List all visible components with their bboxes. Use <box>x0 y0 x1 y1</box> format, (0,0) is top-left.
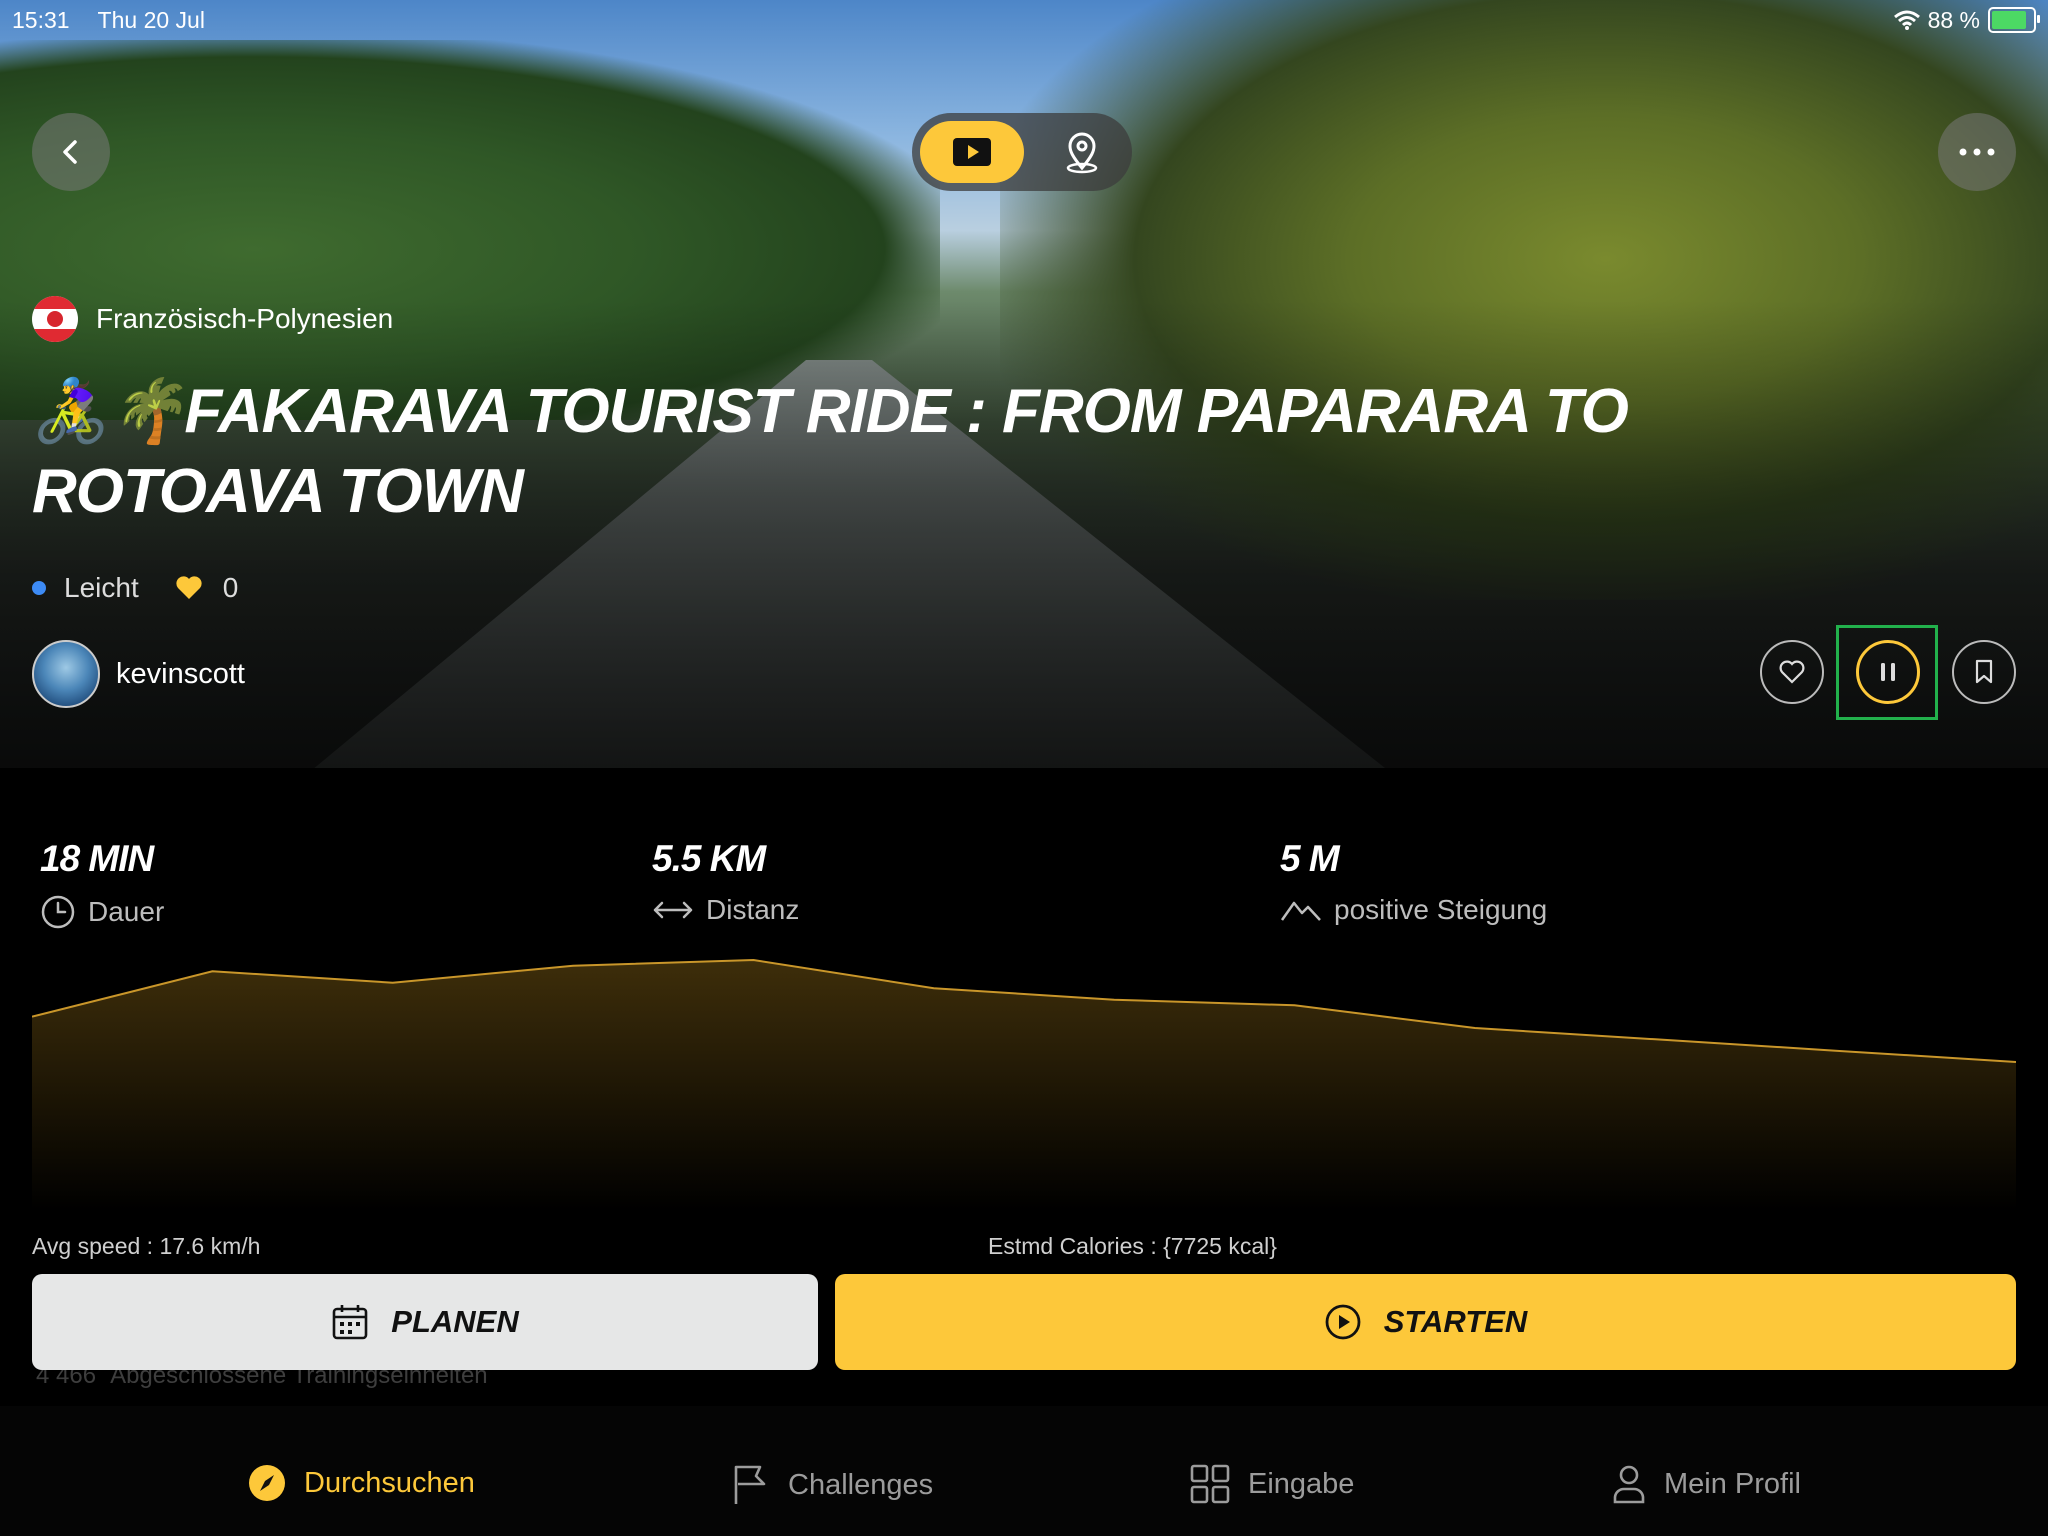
avatar[interactable] <box>32 640 100 708</box>
stat-distance-value: 5.5 KM <box>652 838 766 879</box>
selection-highlight <box>1836 625 1938 720</box>
start-button-label: STARTEN <box>1383 1304 1528 1339</box>
heart-filled-icon <box>176 576 202 599</box>
heart-outline-icon <box>1779 660 1805 684</box>
calendar-icon <box>332 1305 368 1340</box>
likes-count: 0 <box>222 572 239 603</box>
stat-duration: 18 MIN Dauer <box>40 838 164 930</box>
battery-icon <box>1988 7 2040 33</box>
stat-duration-value: 18 MIN <box>40 838 154 879</box>
media-toggle <box>912 113 1132 191</box>
author-row[interactable]: kevinscott <box>32 640 245 708</box>
chevron-left-icon <box>63 140 77 164</box>
grid-icon <box>1190 1464 1230 1504</box>
status-date: Thu 20 Jul <box>97 6 205 33</box>
status-bar: 15:31 Thu 20 Jul 88 % <box>12 4 2040 36</box>
person-icon <box>1613 1465 1645 1504</box>
tab-mein-profil[interactable]: Mein Profil <box>1612 1464 1801 1504</box>
stat-distance-label: Distanz <box>706 894 800 925</box>
flag-icon <box>32 296 78 342</box>
stat-elevation-label: positive Steigung <box>1334 894 1548 925</box>
tab-durchsuchen[interactable]: Durchsuchen <box>248 1464 475 1502</box>
mountain-icon <box>1280 901 1321 921</box>
tab-mein-profil-label: Mein Profil <box>1664 1467 1801 1500</box>
play-video-icon <box>953 138 991 166</box>
clock-icon <box>41 895 75 929</box>
stat-distance: 5.5 KM Distanz <box>652 838 799 926</box>
stat-elevation-value: 5 M <box>1280 838 1340 879</box>
difficulty-label: Leicht <box>64 572 139 603</box>
flag-icon <box>734 1465 766 1504</box>
tab-challenges[interactable]: Challenges <box>732 1464 933 1506</box>
stat-duration-label: Dauer <box>88 896 165 927</box>
status-time: 15:31 <box>12 6 70 33</box>
video-toggle-button[interactable] <box>920 121 1024 183</box>
start-button[interactable]: STARTEN <box>835 1274 2016 1370</box>
play-circle-icon <box>1325 1304 1361 1340</box>
more-options-button[interactable] <box>1938 113 2016 191</box>
elevation-profile <box>32 958 2016 1210</box>
like-button[interactable] <box>1760 640 1824 704</box>
stat-elevation: 5 M positive Steigung <box>1280 838 1547 926</box>
ride-hero-image: 15:31 Thu 20 Jul 88 % Französisch-Polyne… <box>0 0 2048 768</box>
tab-challenges-label: Challenges <box>788 1468 934 1501</box>
bookmark-icon <box>1975 659 1993 684</box>
author-name[interactable]: kevinscott <box>116 658 245 691</box>
plan-button[interactable]: PLANEN <box>32 1274 818 1370</box>
difficulty-dot <box>32 581 46 595</box>
ride-title: 🚴‍♀️🌴FAKARAVA TOURIST RIDE : FROM PAPARA… <box>32 377 1629 526</box>
hero-gradient <box>0 300 2048 768</box>
wifi-icon <box>1893 10 1920 30</box>
estimated-calories: Estmd Calories : {7725 kcal} <box>988 1233 1277 1259</box>
back-button[interactable] <box>32 113 110 191</box>
elevation-area <box>32 960 2016 1210</box>
more-dots-icon <box>1959 148 1995 156</box>
bookmark-button[interactable] <box>1952 640 2016 704</box>
tab-durchsuchen-label: Durchsuchen <box>304 1466 475 1499</box>
plan-button-label: PLANEN <box>391 1304 519 1339</box>
avg-speed: Avg speed : 17.6 km/h <box>32 1233 261 1259</box>
map-pin-icon <box>1066 132 1098 174</box>
battery-percent: 88 % <box>1927 6 1980 33</box>
ride-country: Französisch-Polynesien <box>32 296 393 342</box>
ride-meta: Leicht 0 <box>32 572 238 604</box>
country-name: Französisch-Polynesien <box>96 303 394 334</box>
distance-arrows-icon <box>653 901 693 919</box>
tab-eingabe[interactable]: Eingabe <box>1190 1464 1354 1504</box>
tab-eingabe-label: Eingabe <box>1248 1467 1355 1500</box>
compass-icon <box>249 1465 285 1501</box>
tab-bar: Durchsuchen Challenges Eingabe Mein Prof… <box>0 1406 2048 1536</box>
map-toggle-button[interactable] <box>1042 121 1122 183</box>
